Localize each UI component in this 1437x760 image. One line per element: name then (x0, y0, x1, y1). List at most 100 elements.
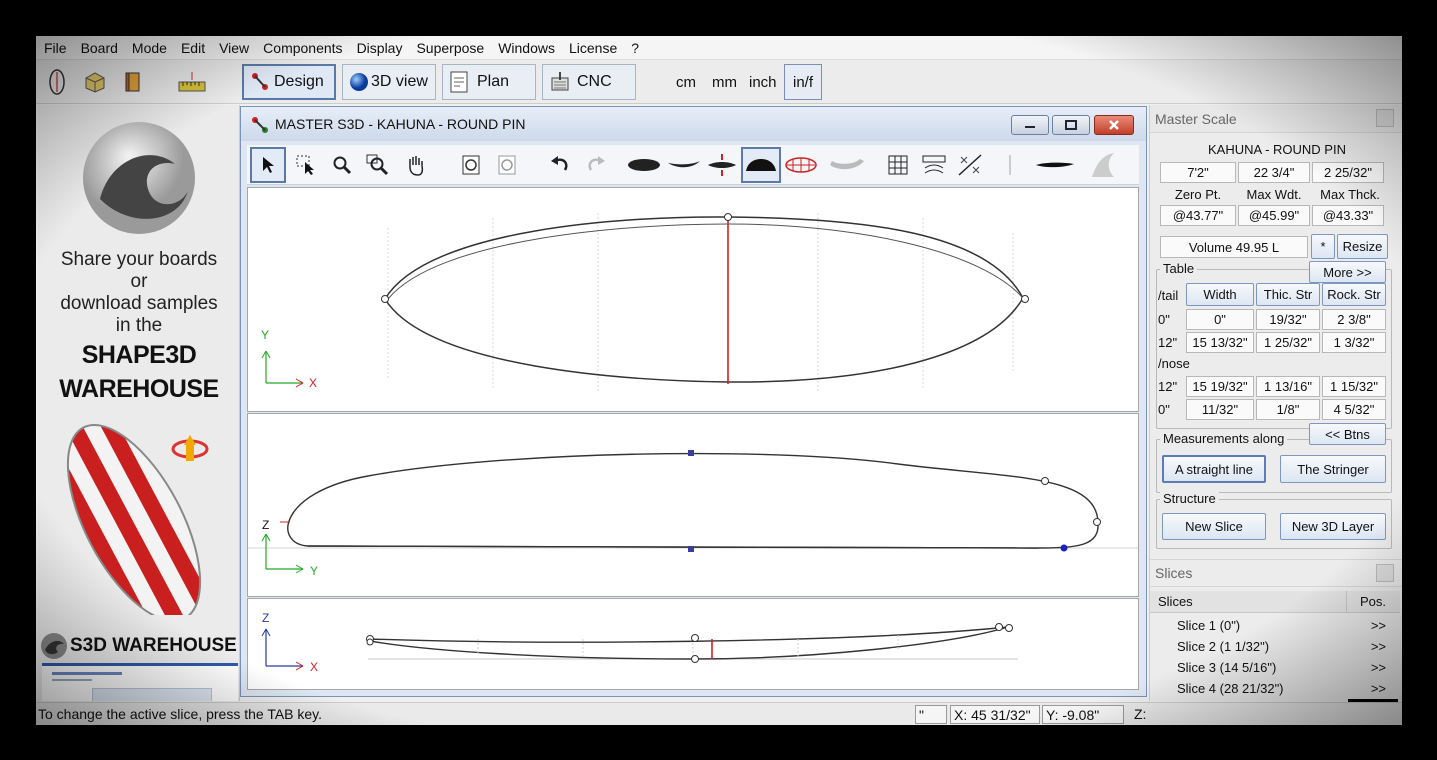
select-arrow-icon[interactable] (250, 147, 286, 183)
master-scale-close-icon[interactable] (1376, 109, 1394, 127)
zoom-icon[interactable] (327, 149, 357, 181)
maximize-button[interactable] (1052, 115, 1090, 135)
outline-view[interactable]: Y X (247, 187, 1139, 412)
tail-table-cell[interactable]: 1 25/32" (1256, 332, 1320, 353)
slice-goto-button[interactable]: >> (1371, 618, 1386, 633)
zero-pt-value[interactable]: @43.77" (1160, 205, 1236, 226)
slice-goto-button[interactable]: >> (1371, 681, 1386, 696)
slices-col-pos: Pos. (1359, 594, 1386, 609)
board-width[interactable]: 22 3/4" (1238, 162, 1310, 183)
3d-view-mode-button[interactable]: 3D view (342, 64, 436, 100)
tail-table-cell[interactable]: 2 3/8" (1322, 309, 1386, 330)
menu-item-board[interactable]: Board (81, 40, 118, 56)
menu-item-mode[interactable]: Mode (132, 40, 167, 56)
plan-mode-button[interactable]: Plan (442, 64, 536, 100)
volume-value: Volume 49.95 L (1160, 236, 1308, 258)
s3d-warehouse-footer[interactable]: S3D WAREHOUSE (40, 631, 239, 661)
tail-table-cell[interactable]: 1 3/32" (1322, 332, 1386, 353)
nose-table-cell[interactable]: 4 5/32" (1322, 399, 1386, 420)
board-profile-icon[interactable] (1033, 149, 1077, 181)
slice-view-icon[interactable] (741, 147, 781, 183)
menu-item-file[interactable]: File (44, 40, 67, 56)
minimize-button[interactable] (1011, 115, 1049, 135)
menu-item-superpose[interactable]: Superpose (416, 40, 484, 56)
menu-item-help[interactable]: ? (631, 40, 639, 56)
close-button[interactable] (1094, 115, 1134, 135)
tail-table-cell[interactable]: 0" (1186, 309, 1254, 330)
board-3d-grey-icon[interactable] (827, 149, 867, 181)
unit-inf-label: in/f (792, 73, 813, 91)
thickness-str-column-button[interactable]: Thic. Str (1256, 283, 1320, 306)
board-length[interactable]: 7'2" (1160, 162, 1236, 183)
measurements-title: Measurements along (1160, 431, 1288, 446)
tail-table-cell[interactable]: 15 13/32" (1186, 332, 1254, 353)
nose-table-cell[interactable]: 1 13/16" (1256, 376, 1320, 397)
footer-brand-label: S3D WAREHOUSE (70, 635, 237, 656)
menu-item-edit[interactable]: Edit (181, 40, 205, 56)
slice-row[interactable]: Slice 4 (28 21/32") >> (1150, 678, 1400, 699)
book-icon[interactable] (120, 68, 146, 96)
slices-header: Slices (1150, 559, 1402, 587)
rocker-view-icon[interactable] (665, 149, 703, 181)
sections-icon[interactable] (919, 149, 949, 181)
undo-icon[interactable] (545, 149, 575, 181)
ruler-icon[interactable] (176, 68, 208, 96)
thickness-view-icon[interactable] (705, 149, 739, 181)
tail-table-cell[interactable]: 19/32" (1256, 309, 1320, 330)
cnc-mode-button[interactable]: CNC (542, 64, 636, 100)
view-fit-icon[interactable] (457, 149, 487, 181)
outline-view-icon[interactable] (625, 149, 663, 181)
slice-goto-button[interactable]: >> (1371, 639, 1386, 654)
max-width-pos[interactable]: @45.99" (1238, 205, 1310, 226)
more-button[interactable]: More >> (1309, 261, 1386, 283)
zoom-box-icon[interactable] (363, 149, 393, 181)
nose-table-cell[interactable]: 11/32" (1186, 399, 1254, 420)
menu-item-components[interactable]: Components (263, 40, 342, 56)
new-3d-layer-button[interactable]: New 3D Layer (1280, 513, 1386, 540)
volume-star-button[interactable]: * (1311, 234, 1335, 259)
board-outline-icon[interactable] (44, 68, 70, 96)
slice-row[interactable]: Slice 2 (1 1/32") >> (1150, 636, 1400, 657)
design-window-titlebar[interactable]: MASTER S3D - KAHUNA - ROUND PIN (241, 107, 1146, 141)
menu-item-license[interactable]: License (569, 40, 617, 56)
nose-table-cell[interactable]: 1/8" (1256, 399, 1320, 420)
unit-mm[interactable]: mm (712, 74, 737, 91)
btns-toggle-button[interactable]: << Btns (1309, 423, 1386, 445)
thickness-view[interactable]: Z X (247, 598, 1139, 690)
new-slice-button[interactable]: New Slice (1162, 513, 1266, 540)
unit-inf-button[interactable]: in/f (784, 64, 822, 100)
curvature-icon[interactable] (955, 149, 985, 181)
slice-goto-button[interactable]: >> (1371, 660, 1386, 675)
board-thickness[interactable]: 2 25/32" (1312, 162, 1384, 183)
fin-icon[interactable] (1085, 149, 1121, 181)
redo-icon[interactable] (581, 149, 611, 181)
tail-row-position: 0" (1158, 312, 1170, 327)
menu-item-windows[interactable]: Windows (498, 40, 555, 56)
nose-table-cell[interactable]: 1 15/32" (1322, 376, 1386, 397)
pan-hand-icon[interactable] (401, 149, 431, 181)
design-mode-button[interactable]: Design (242, 64, 336, 100)
width-column-button[interactable]: Width (1186, 283, 1254, 306)
grid-icon[interactable] (883, 149, 913, 181)
nose-table-cell[interactable]: 15 19/32" (1186, 376, 1254, 397)
slice-row[interactable]: Slice 3 (14 5/16") >> (1150, 657, 1400, 678)
brand-warehouse[interactable]: WAREHOUSE (38, 375, 239, 404)
slice-grid-icon[interactable] (783, 149, 819, 181)
brand-shape3d[interactable]: SHAPE3D (38, 341, 239, 370)
view-all-icon[interactable] (493, 149, 523, 181)
rocker-str-column-button[interactable]: Rock. Str (1322, 283, 1386, 306)
rocker-view[interactable]: Z Y (247, 413, 1139, 597)
marker-grey-icon[interactable] (995, 149, 1025, 181)
box-icon[interactable] (82, 68, 108, 96)
resize-button[interactable]: Resize (1337, 234, 1388, 259)
max-thickness-pos[interactable]: @43.33" (1312, 205, 1384, 226)
menu-item-display[interactable]: Display (357, 40, 403, 56)
menu-item-view[interactable]: View (219, 40, 249, 56)
slices-close-icon[interactable] (1376, 564, 1394, 582)
select-box-icon[interactable] (291, 149, 321, 181)
slice-row[interactable]: Slice 1 (0") >> (1150, 615, 1400, 636)
unit-inch[interactable]: inch (749, 74, 777, 91)
stringer-button[interactable]: The Stringer (1280, 455, 1386, 483)
unit-cm[interactable]: cm (676, 74, 696, 91)
straight-line-button[interactable]: A straight line (1162, 455, 1266, 483)
